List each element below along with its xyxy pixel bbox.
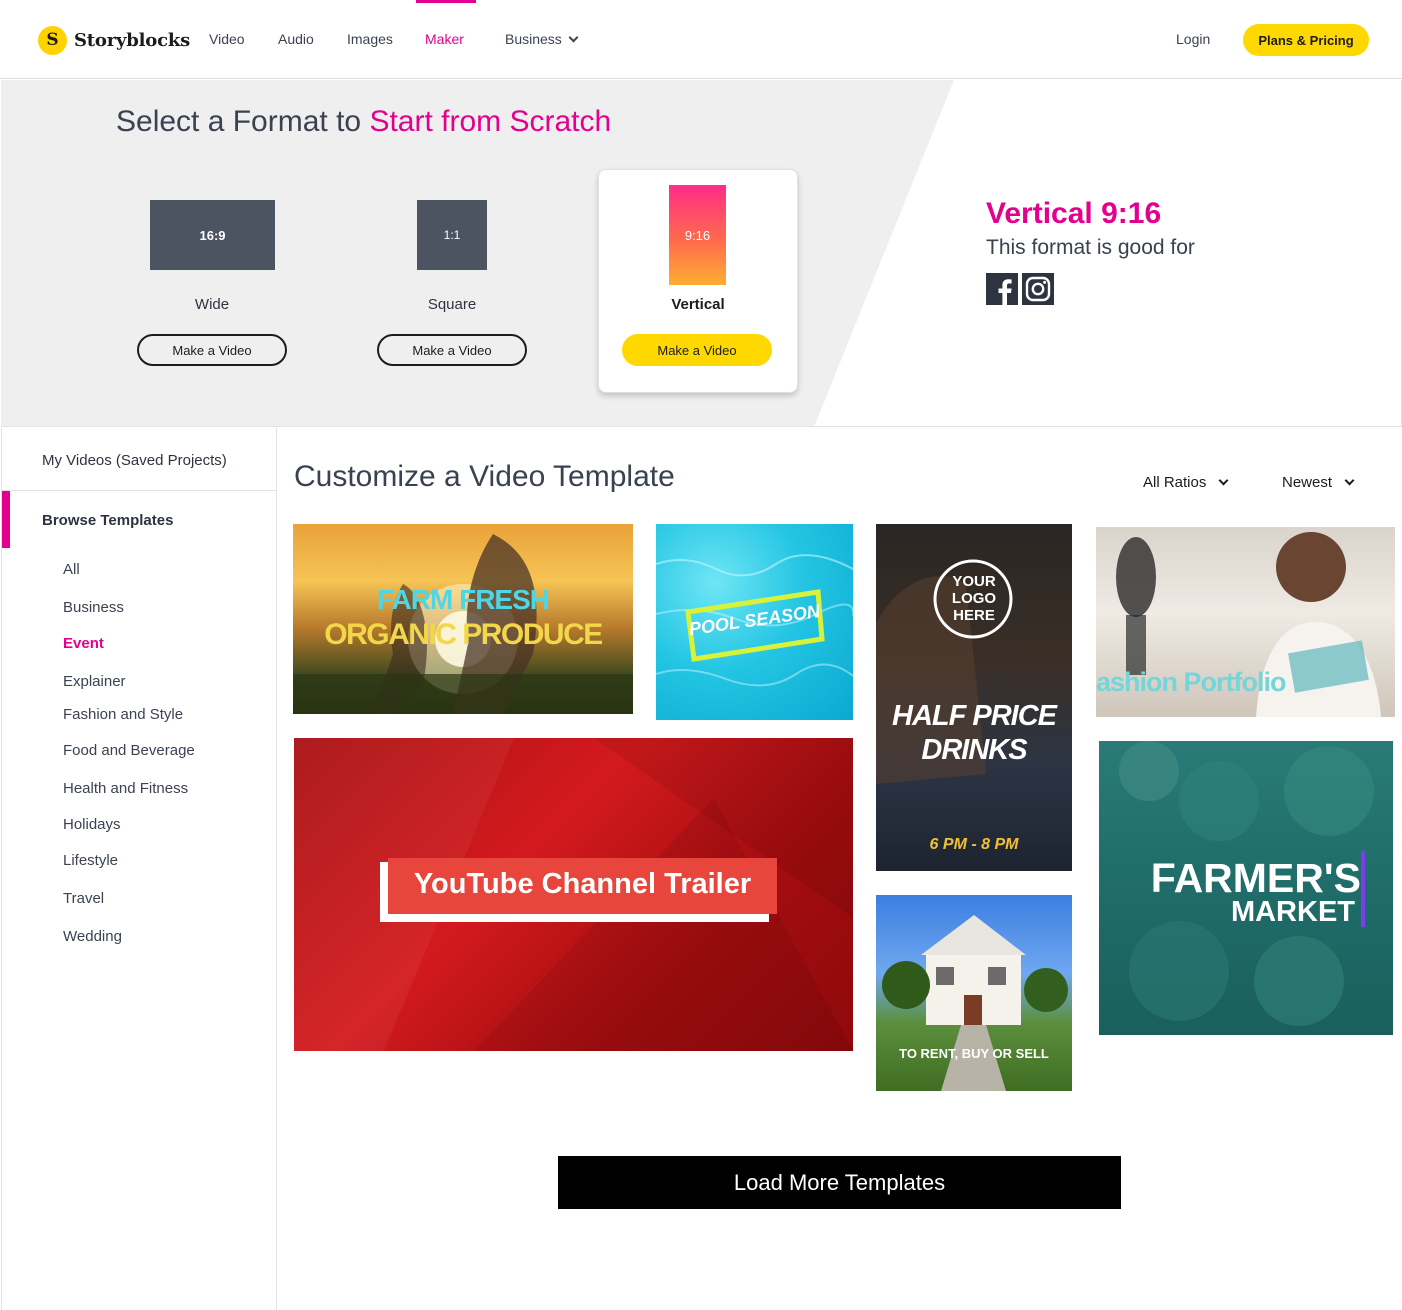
sidebar-my-videos[interactable]: My Videos (Saved Projects)	[42, 452, 227, 469]
template-farm-fresh[interactable]: FARM FRESH ORGANIC PRODUCE	[293, 524, 633, 714]
sort-label: Newest	[1282, 474, 1333, 491]
template-fashion-portfolio[interactable]: ashion Portfolio	[1096, 527, 1395, 717]
facebook-icon	[986, 273, 1018, 305]
real-estate-caption: TO RENT, BUY OR SELL	[899, 1046, 1049, 1061]
sidebar-browse-templates[interactable]: Browse Templates	[42, 512, 173, 529]
top-nav: S Storyblocks Video Audio Images Maker B…	[0, 0, 1402, 79]
hero-title-accent: Start from Scratch	[369, 105, 612, 138]
logo-placeholder-text: YOUR LOGO HERE	[951, 573, 997, 624]
market-title-line1: FARMER'S	[1150, 855, 1361, 901]
instagram-icon	[1022, 273, 1054, 305]
template-real-estate[interactable]: TO RENT, BUY OR SELL	[876, 895, 1072, 1091]
hero-title: Select a Format to Start from Scratch	[116, 105, 611, 139]
template-farmers-market[interactable]: FARMER'S MARKET	[1099, 741, 1393, 1035]
market-title-line2: MARKET	[1230, 896, 1355, 928]
youtube-title: YouTube Channel Trailer	[413, 868, 752, 900]
template-pool-season[interactable]: POOL SEASON	[656, 524, 853, 720]
logo-mark-icon: S	[38, 25, 67, 55]
storyblocks-logo[interactable]: S Storyblocks	[38, 25, 190, 55]
wide-format-label: Wide	[194, 296, 230, 313]
selected-format-title: Vertical 9:16	[986, 197, 1162, 230]
drinks-time: 6 PM - 8 PM	[929, 836, 1019, 853]
sidebar-divider	[2, 490, 277, 491]
templates-title: Customize a Video Template	[294, 460, 675, 493]
category-health-and-fitness[interactable]: Health and Fitness	[63, 780, 188, 797]
ratio-filter-label: All Ratios	[1143, 474, 1207, 491]
sidebar: My Videos (Saved Projects) Browse Templa…	[1, 428, 277, 1310]
category-wedding[interactable]: Wedding	[63, 928, 122, 945]
selected-format-subtitle: This format is good for	[986, 236, 1195, 259]
wide-make-video-button[interactable]: Make a Video	[137, 334, 287, 366]
category-business[interactable]: Business	[63, 599, 124, 616]
vertical-make-video-button[interactable]: Make a Video	[622, 334, 772, 366]
login-link[interactable]: Login	[1176, 31, 1210, 47]
house-graphic	[882, 915, 1068, 1091]
sort-dropdown[interactable]: Newest	[1282, 474, 1355, 491]
farm-title-line2: ORGANIC PRODUCE	[324, 618, 603, 651]
category-lifestyle[interactable]: Lifestyle	[63, 852, 118, 869]
hero-title-plain: Select a Format to	[116, 105, 370, 138]
nav-link-business-label: Business	[505, 31, 562, 47]
category-travel[interactable]: Travel	[63, 890, 104, 907]
chevron-down-icon	[1344, 475, 1355, 486]
chevron-down-icon	[568, 32, 579, 43]
drinks-title-line1: HALF PRICE	[892, 700, 1057, 732]
square-format-preview[interactable]: 1:1	[417, 200, 487, 270]
nav-link-maker[interactable]: Maker	[425, 31, 464, 47]
plans-pricing-button[interactable]: Plans & Pricing	[1243, 24, 1369, 56]
wide-format-preview[interactable]: 16:9	[150, 200, 275, 270]
logo-text: Storyblocks	[74, 29, 191, 51]
fashion-title: ashion Portfolio	[1096, 667, 1286, 697]
chevron-down-icon	[1218, 475, 1229, 486]
nav-link-business[interactable]: Business	[505, 31, 579, 47]
template-half-price-drinks[interactable]: YOUR LOGO HERE HALF PRICE DRINKS 6 PM - …	[876, 524, 1072, 871]
active-nav-indicator	[416, 0, 476, 3]
category-holidays[interactable]: Holidays	[63, 816, 121, 833]
square-make-video-button[interactable]: Make a Video	[377, 334, 527, 366]
square-format-label: Square	[427, 296, 477, 313]
load-more-button[interactable]: Load More Templates	[558, 1156, 1121, 1209]
sidebar-active-indicator	[2, 491, 10, 548]
ratio-filter-dropdown[interactable]: All Ratios	[1143, 474, 1229, 491]
drinks-title-line2: DRINKS	[921, 734, 1027, 766]
category-explainer[interactable]: Explainer	[63, 673, 126, 690]
vertical-format-preview[interactable]: 9:16	[669, 185, 726, 285]
nav-link-audio[interactable]: Audio	[278, 31, 314, 47]
category-event[interactable]: Event	[63, 635, 104, 652]
category-food-and-beverage[interactable]: Food and Beverage	[63, 742, 195, 759]
vertical-format-label: Vertical	[671, 296, 725, 313]
category-all[interactable]: All	[63, 561, 80, 578]
nav-link-images[interactable]: Images	[347, 31, 393, 47]
category-fashion-and-style[interactable]: Fashion and Style	[63, 706, 183, 723]
farm-title-line1: FARM FRESH	[377, 584, 550, 615]
template-youtube-channel-trailer[interactable]: YouTube Channel Trailer	[294, 738, 853, 1051]
nav-link-video[interactable]: Video	[209, 31, 245, 47]
format-selector: Select a Format to Start from Scratch 16…	[1, 80, 1402, 427]
